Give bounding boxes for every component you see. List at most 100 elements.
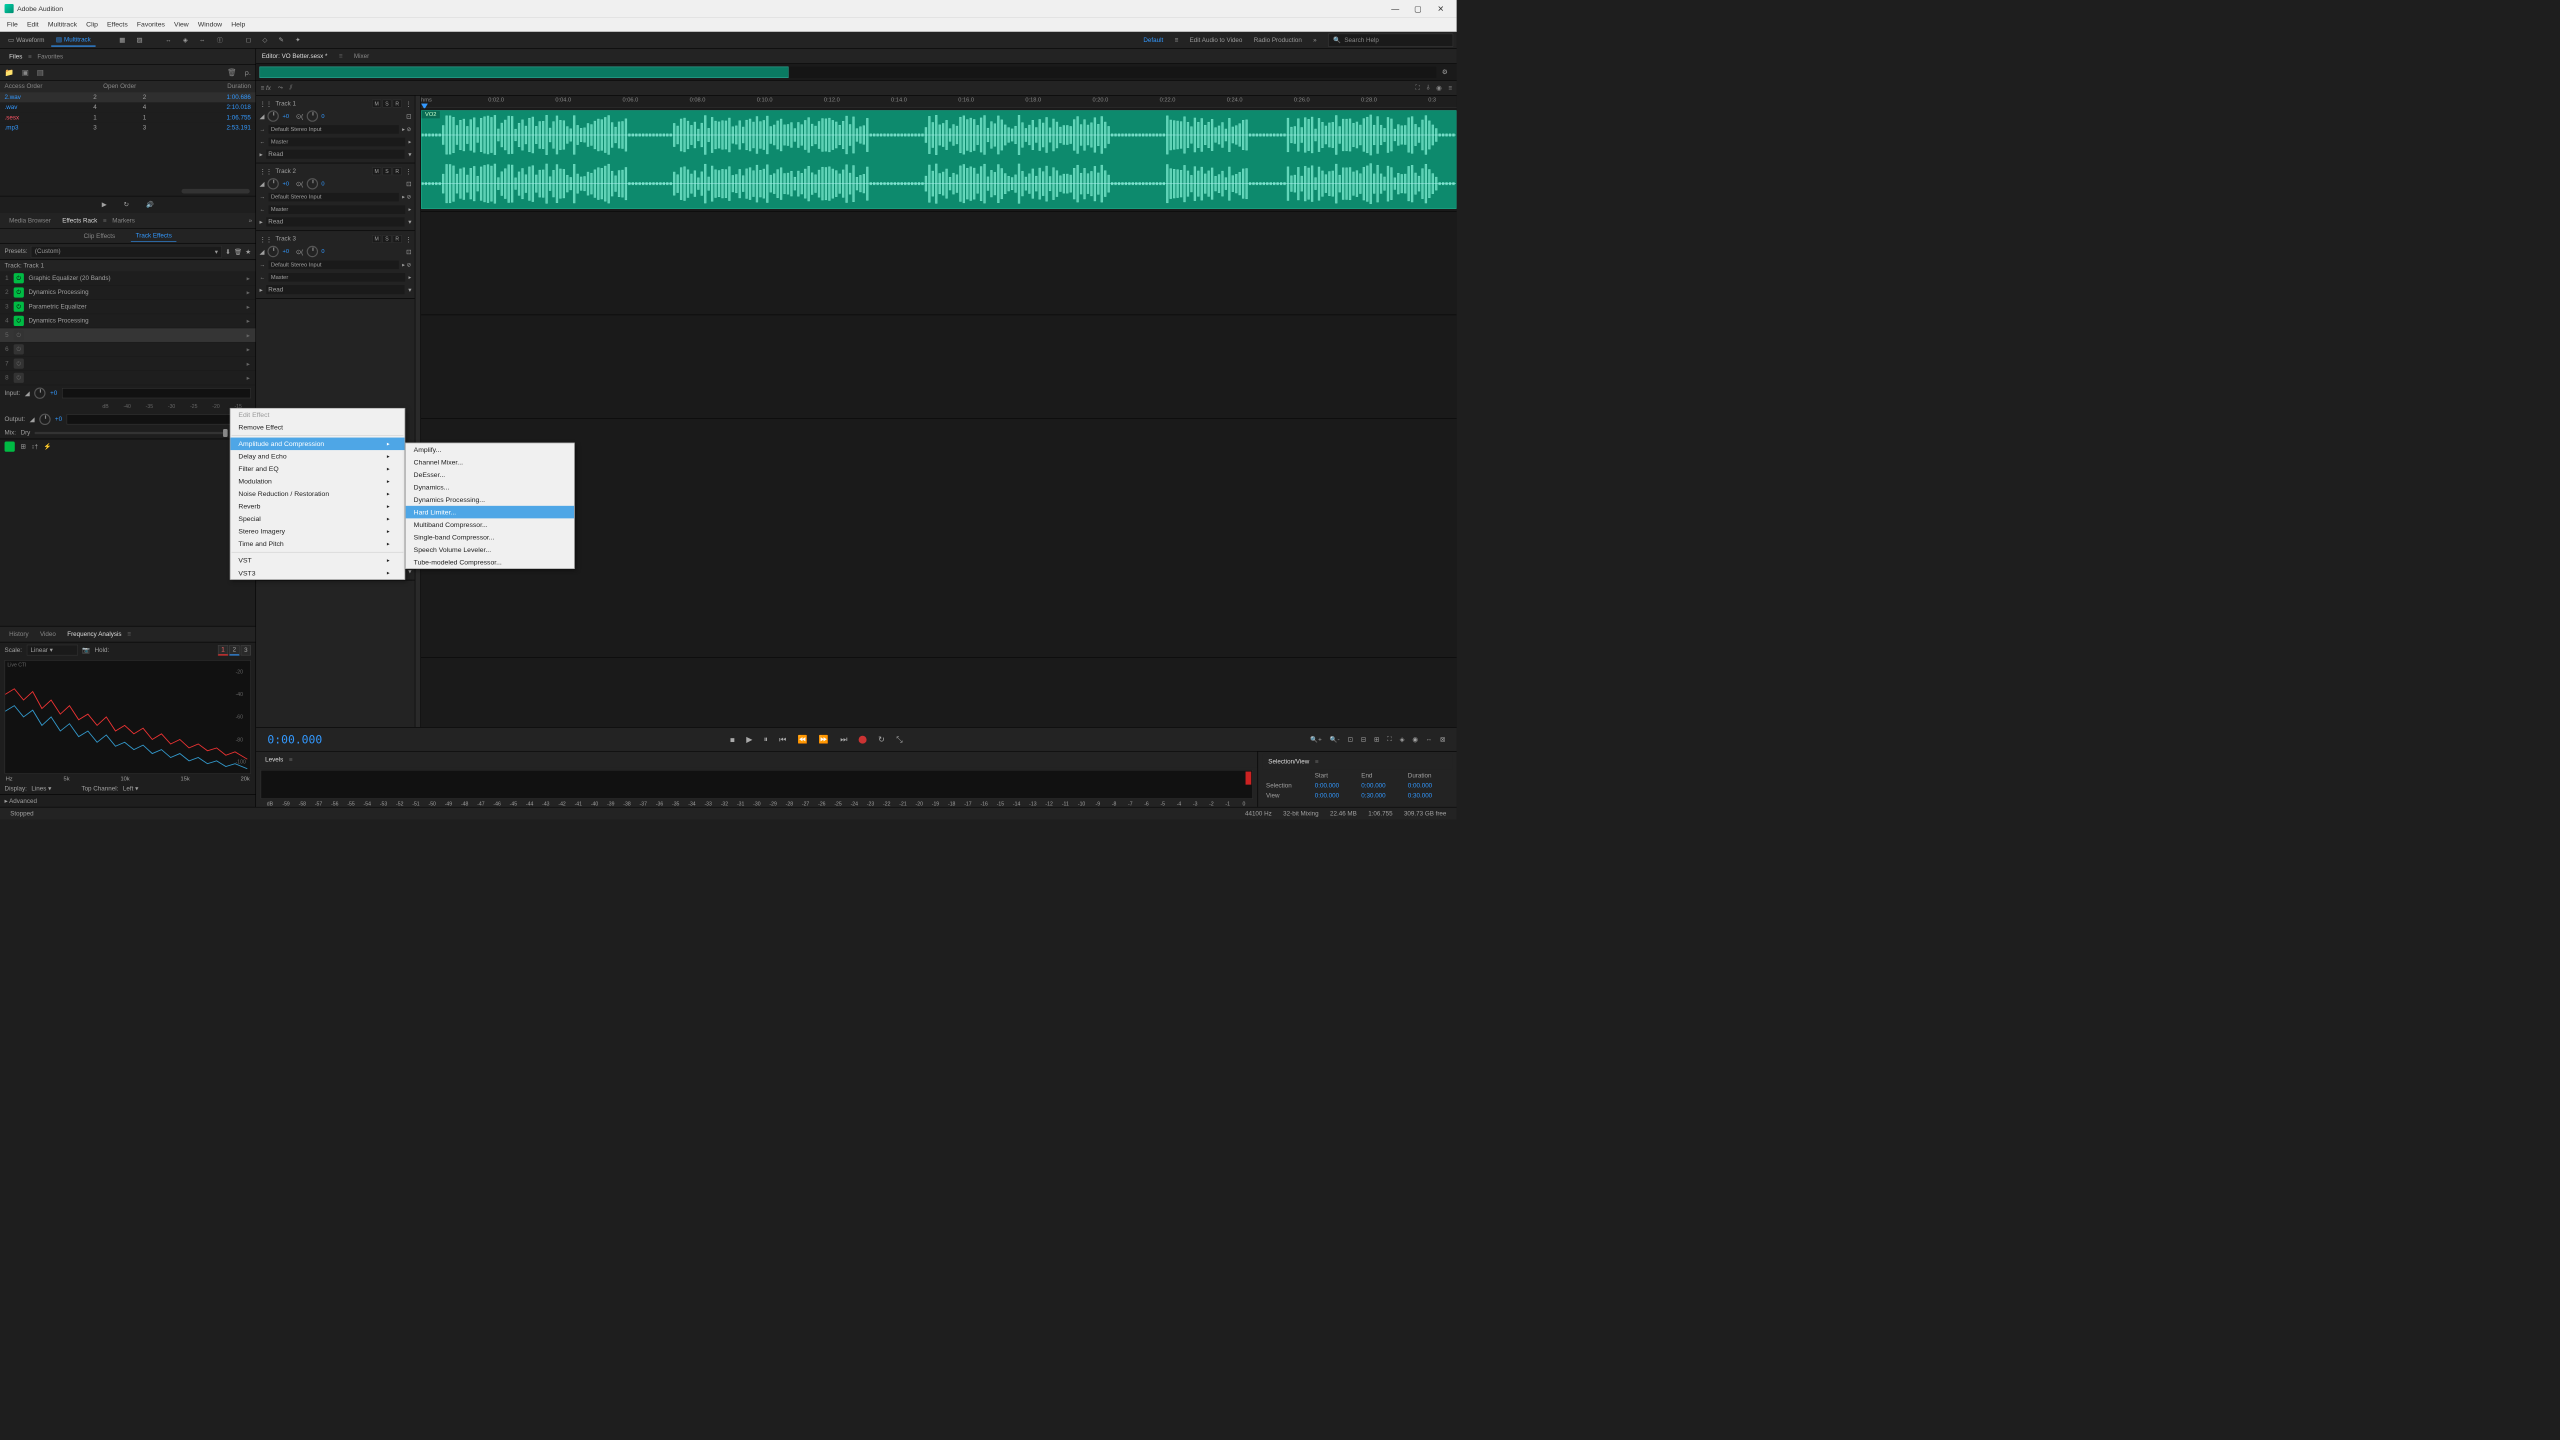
menu-item[interactable]: Amplify... <box>406 443 574 456</box>
tab-favorites[interactable]: Favorites <box>32 50 69 64</box>
stop-button[interactable]: ■ <box>730 735 735 744</box>
zoom-icon[interactable]: ⊞ <box>1374 736 1379 743</box>
workspace-more[interactable]: » <box>1307 37 1322 44</box>
file-row[interactable]: .mp3332:53.191 <box>0 123 255 133</box>
menu-item[interactable]: Tube-modeled Compressor... <box>406 556 574 569</box>
zoom-in-icon[interactable]: 🔍+ <box>1310 736 1321 743</box>
maximize-button[interactable]: ▢ <box>1407 0 1430 17</box>
menu-item[interactable]: Dynamics... <box>406 481 574 494</box>
waveform-view-button[interactable]: ▭Waveform <box>3 34 49 46</box>
time-selection-tool-icon[interactable]: Ⓘ <box>212 33 227 47</box>
menu-item[interactable]: VST▸ <box>230 554 404 567</box>
tool-icon[interactable]: ▦ <box>115 34 130 46</box>
track-lane[interactable]: VO2 <box>421 108 1457 212</box>
file-row[interactable]: .sesx111:06.755 <box>0 113 255 123</box>
gear-icon[interactable]: ⚙ <box>1436 68 1453 75</box>
scale-dropdown[interactable]: Linear ▾ <box>27 645 78 656</box>
tab-levels[interactable]: Levels <box>259 753 288 767</box>
play-icon[interactable]: ▶ <box>102 201 107 208</box>
advanced-toggle[interactable]: ▸ Advanced <box>0 794 255 807</box>
workspace-default[interactable]: Default <box>1138 37 1169 44</box>
ripple-icon[interactable]: ≡ <box>1448 84 1452 91</box>
menu-file[interactable]: File <box>2 18 22 31</box>
play-button[interactable]: ▶ <box>746 735 752 745</box>
new-icon[interactable]: ▣ <box>22 68 29 77</box>
audio-clip[interactable]: VO2 <box>421 110 1457 208</box>
record-button[interactable] <box>859 735 867 743</box>
go-to-end-button[interactable]: ⏭ <box>840 735 847 745</box>
multitrack-view-button[interactable]: ▤Multitrack <box>51 34 95 47</box>
menu-item[interactable]: Hard Limiter... <box>406 506 574 519</box>
tool-icon[interactable]: ▨ <box>132 34 147 46</box>
workspace-link[interactable]: Edit Audio to Video <box>1184 37 1248 44</box>
tab-frequency-analysis[interactable]: Frequency Analysis <box>62 627 128 641</box>
menu-item[interactable]: Channel Mixer... <box>406 456 574 469</box>
tool-icon[interactable]: ✦ <box>291 34 305 46</box>
panel-menu-icon[interactable]: » <box>249 217 252 224</box>
track-lane[interactable] <box>421 658 1457 727</box>
zoom-icon[interactable]: ⊡ <box>1348 736 1353 743</box>
move-tool-icon[interactable]: ↔ <box>161 34 176 45</box>
menu-item[interactable]: Dynamics Processing... <box>406 493 574 506</box>
tab-media-browser[interactable]: Media Browser <box>3 214 56 228</box>
tool-icon[interactable]: ◇ <box>258 34 272 46</box>
fast-forward-button[interactable]: ⏩ <box>819 735 829 745</box>
fx-slot[interactable]: 7⏻▸ <box>0 357 255 371</box>
tab-history[interactable]: History <box>3 627 34 641</box>
menu-help[interactable]: Help <box>227 18 250 31</box>
slip-tool-icon[interactable]: ⇔ <box>195 34 210 45</box>
menu-item[interactable]: Multiband Compressor... <box>406 518 574 531</box>
menu-item[interactable]: Amplitude and Compression▸ <box>230 438 404 451</box>
zoom-fit-icon[interactable]: ⛶ <box>1387 736 1391 743</box>
menu-item[interactable]: Delay and Echo▸ <box>230 450 404 463</box>
lightning-icon[interactable]: ⚡ <box>44 443 52 450</box>
autoplay-icon[interactable]: 🔊 <box>146 201 154 208</box>
tab-selection-view[interactable]: Selection/View <box>1263 755 1315 769</box>
track-lane[interactable] <box>421 315 1457 419</box>
zoom-out-icon[interactable]: 🔍- <box>1330 736 1340 743</box>
loop-button[interactable]: ↻ <box>878 735 885 745</box>
menu-edit[interactable]: Edit <box>22 18 43 31</box>
minimize-button[interactable]: — <box>1384 0 1407 17</box>
track-header[interactable]: ⋮⋮Track 2MSR⋮ ◢+0 ⊙(0 ⊡ → Default Stereo… <box>256 163 415 231</box>
zoom-icon[interactable]: ⊟ <box>1361 736 1366 743</box>
subtab-track-effects[interactable]: Track Effects <box>131 230 176 242</box>
rewind-button[interactable]: ⏪ <box>798 735 808 745</box>
loop-icon[interactable]: ↻ <box>124 201 129 208</box>
skip-selection-button[interactable]: ⤡ <box>896 735 902 745</box>
menu-item[interactable]: Speech Volume Leveler... <box>406 543 574 556</box>
save-preset-icon[interactable]: ⬇ <box>225 248 230 255</box>
menu-item[interactable]: Time and Pitch▸ <box>230 538 404 551</box>
prefader-icon[interactable]: ↕† <box>31 443 38 450</box>
menu-view[interactable]: View <box>169 18 193 31</box>
menu-item[interactable]: Stereo Imagery▸ <box>230 525 404 538</box>
menu-item[interactable]: Remove Effect <box>230 421 404 434</box>
hold-2-button[interactable]: 2 <box>229 645 239 655</box>
menu-item[interactable]: DeEsser... <box>406 468 574 481</box>
zoom-icon[interactable]: ↔ <box>1426 736 1432 743</box>
tab-markers[interactable]: Markers <box>107 214 141 228</box>
trash-icon[interactable]: 🗑 <box>227 68 236 77</box>
tab-files[interactable]: Files <box>3 50 28 64</box>
menu-item[interactable]: Filter and EQ▸ <box>230 463 404 476</box>
time-ruler[interactable]: hms0:02.00:04.00:06.00:08.00:10.00:12.00… <box>421 96 1457 109</box>
subtab-clip-effects[interactable]: Clip Effects <box>79 230 120 241</box>
top-channel-dropdown[interactable]: Left ▾ <box>123 785 191 792</box>
tab-editor[interactable]: Editor: VO Better.sesx * <box>262 53 328 60</box>
tab-effects-rack[interactable]: Effects Rack <box>57 214 103 228</box>
fx-slot[interactable]: 6⏻▸ <box>0 343 255 357</box>
delete-preset-icon[interactable]: 🗑 <box>234 248 242 255</box>
input-knob[interactable] <box>34 387 45 398</box>
display-dropdown[interactable]: Lines ▾ <box>31 785 77 792</box>
fx-slot[interactable]: 2⏻Dynamics Processing▸ <box>0 286 255 300</box>
menu-multitrack[interactable]: Multitrack <box>43 18 81 31</box>
favorite-icon[interactable]: ★ <box>245 248 251 255</box>
amplitude-submenu[interactable]: Amplify...Channel Mixer...DeEsser...Dyna… <box>405 443 575 569</box>
menu-item[interactable]: Modulation▸ <box>230 475 404 488</box>
fx-slot[interactable]: 5⏻▸ <box>0 328 255 342</box>
track-header[interactable]: ⋮⋮Track 1MSR⋮ ◢+0 ⊙(0 ⊡ → Default Stereo… <box>256 96 415 164</box>
rack-power-button[interactable] <box>5 441 15 451</box>
snap-icon[interactable]: ⫰ <box>1427 84 1430 91</box>
tool-icon[interactable]: ◻ <box>241 34 255 46</box>
track-header[interactable]: ⋮⋮Track 3MSR⋮ ◢+0 ⊙(0 ⊡ → Default Stereo… <box>256 231 415 299</box>
